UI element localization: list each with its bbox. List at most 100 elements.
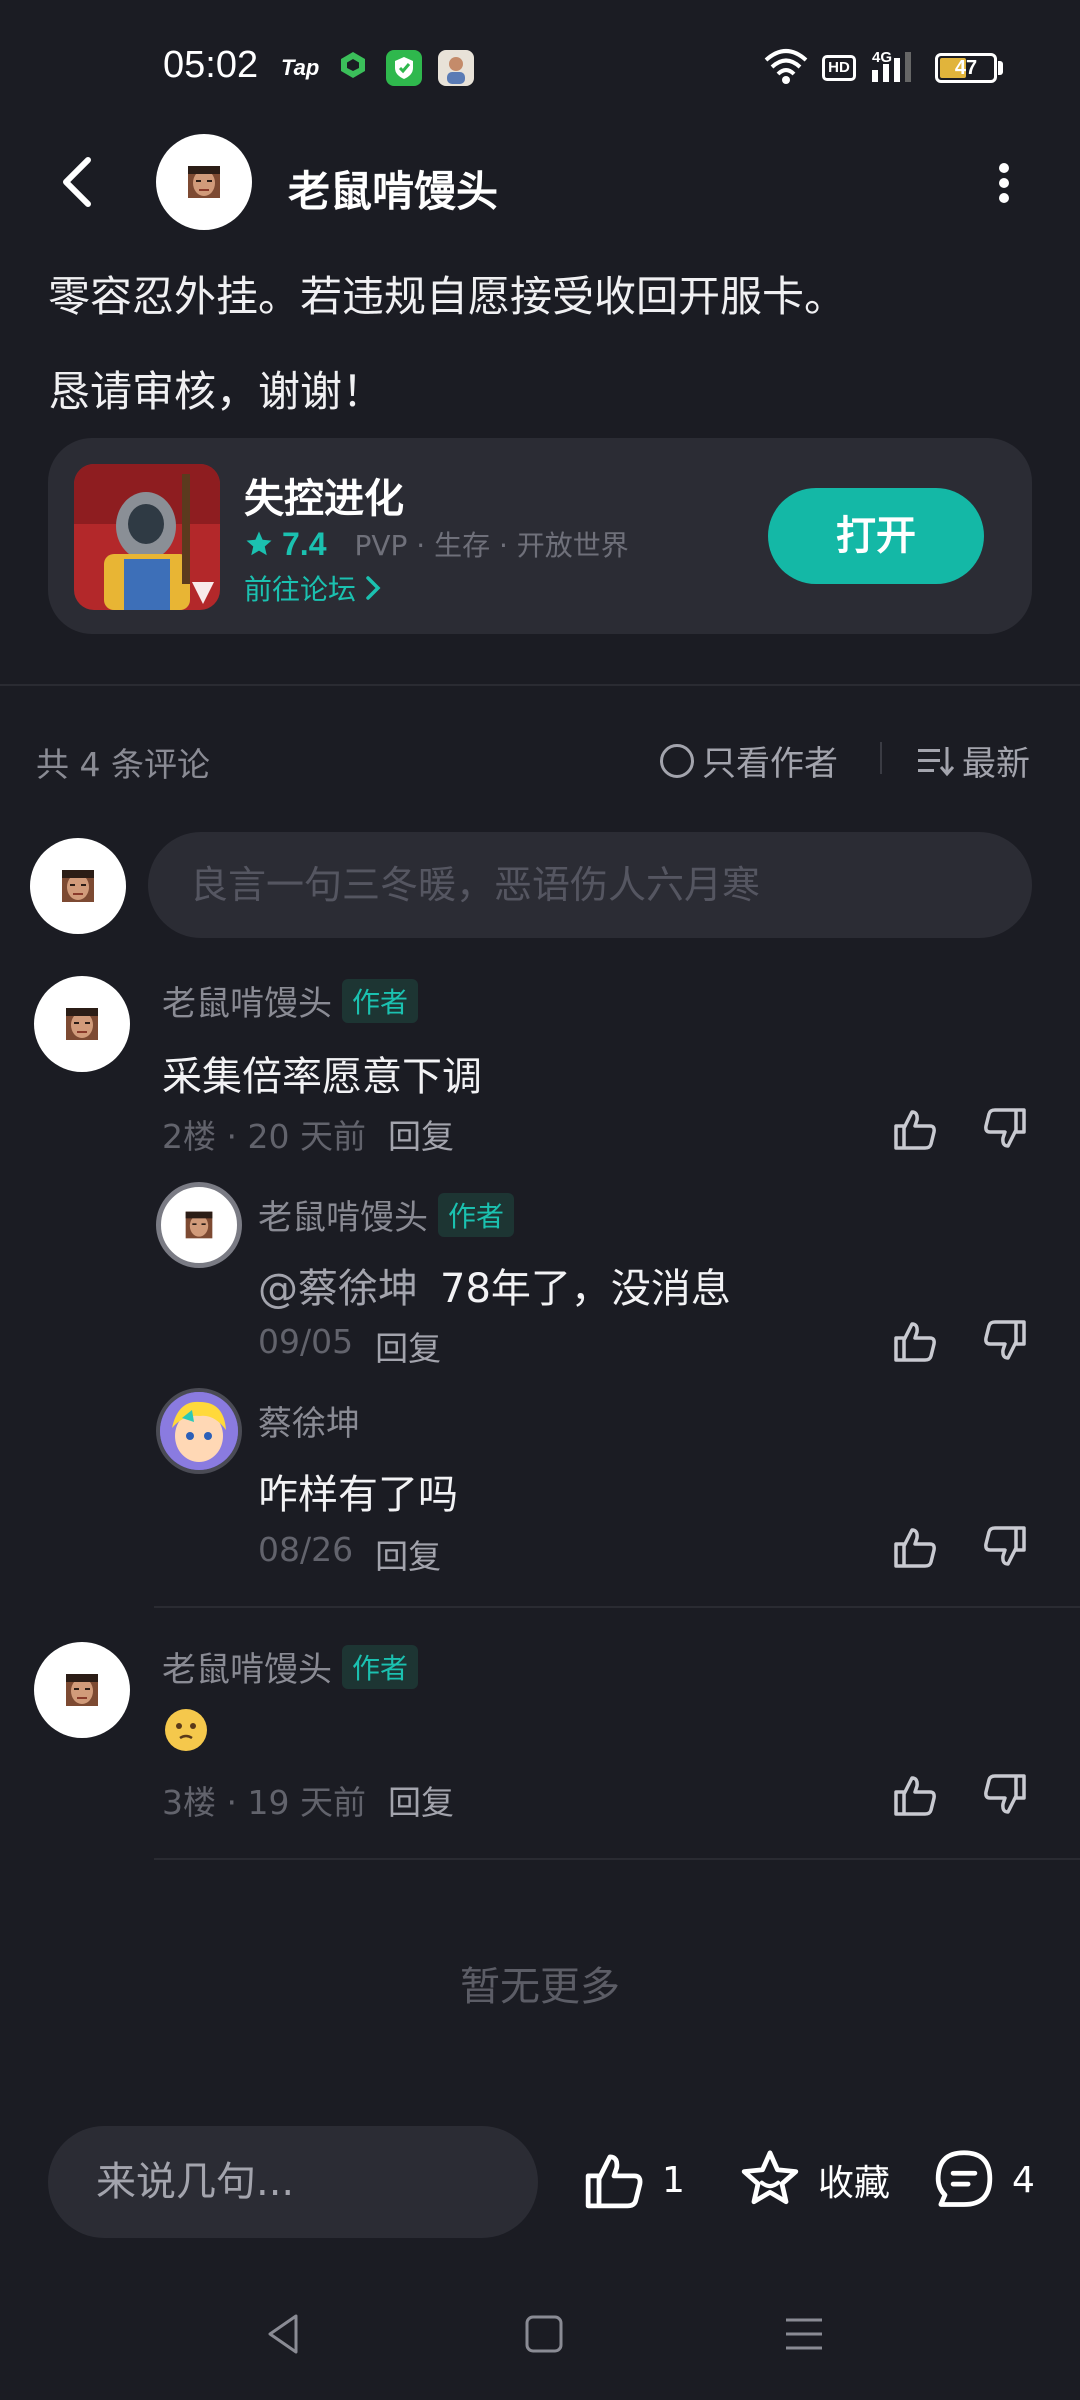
avatar-face-icon	[62, 870, 94, 902]
hd-icon: HD	[822, 55, 856, 81]
author-badge: 作者	[438, 1192, 515, 1237]
favorite-label: 收藏	[818, 2163, 891, 2204]
my-avatar[interactable]	[30, 838, 126, 934]
reply-text: 78年了，没消息	[440, 1266, 731, 1312]
avatar-face-icon	[188, 166, 220, 198]
comment-meta: 2楼 · 20 天前	[162, 1117, 366, 1156]
thumb-down-icon[interactable]	[980, 1104, 1030, 1154]
svg-text:4G: 4G	[872, 49, 892, 66]
game-rating: 7.4	[282, 525, 327, 562]
tap-app-icon: Tap	[281, 55, 320, 80]
author-badge: 作者	[342, 1644, 419, 1689]
post-text-line: 零容忍外挂。若违规自愿接受收回开服卡。	[48, 272, 847, 321]
like-count: 1	[662, 2159, 685, 2201]
comment-name-row: 老鼠啃馒头 作者	[162, 976, 419, 1025]
radio-circle-icon	[660, 743, 694, 778]
reply-button[interactable]: 回复	[375, 1530, 441, 1578]
thumb-up-icon[interactable]	[890, 1770, 940, 1820]
thumb-up-icon[interactable]	[890, 1522, 940, 1572]
thumb-down-icon[interactable]	[980, 1316, 1030, 1366]
thumb-up-icon[interactable]	[890, 1104, 940, 1154]
comment-divider	[154, 1606, 1080, 1608]
reply-meta-row: 09/05 回复	[258, 1322, 441, 1370]
author-only-toggle[interactable]: 只看作者	[660, 736, 838, 785]
reply-meta: 09/05	[258, 1322, 354, 1361]
mention-link[interactable]: @蔡徐坤	[258, 1256, 418, 1314]
avatar-app-icon	[438, 50, 474, 86]
commenter-avatar[interactable]	[34, 1642, 130, 1738]
reply-text: 咋样有了吗	[258, 1472, 458, 1518]
reply-button[interactable]: 回复	[388, 1110, 454, 1158]
battery-text: 47	[954, 57, 978, 79]
avatar-face-icon	[185, 1211, 213, 1239]
section-divider	[0, 684, 1080, 686]
game-rating-row: 7.4 PVP · 生存 · 开放世界	[244, 524, 629, 564]
author-avatar[interactable]	[156, 134, 252, 230]
comment-count-badge: 4	[1012, 2159, 1035, 2201]
reply-button[interactable]: 回复	[375, 1322, 441, 1370]
comment-count: 共 4 条评论	[36, 745, 210, 784]
avatar-face-icon	[66, 1674, 98, 1706]
game-tags: PVP · 生存 · 开放世界	[354, 529, 629, 562]
comment-input[interactable]	[148, 832, 1032, 938]
forum-link-label: 前往论坛	[244, 573, 357, 606]
like-button[interactable]: 1	[580, 2146, 685, 2214]
favorite-button[interactable]: 收藏	[736, 2146, 890, 2214]
comment-meta-row: 3楼 · 19 天前 回复	[162, 1776, 454, 1824]
reply-avatar[interactable]	[156, 1388, 242, 1474]
game-icon	[74, 464, 220, 610]
nav-home-icon[interactable]	[524, 2314, 564, 2354]
reply-name[interactable]: 老鼠啃馒头	[258, 1190, 428, 1239]
thumb-up-icon	[585, 2154, 643, 2209]
nav-menu-icon[interactable]	[784, 2314, 824, 2354]
shield-app-icon	[341, 52, 365, 78]
thumb-down-icon[interactable]	[980, 1770, 1030, 1820]
reply-name-row: 老鼠啃馒头 作者	[258, 1190, 515, 1239]
battery-tip	[998, 61, 1003, 75]
battery-icon: 47	[935, 53, 997, 83]
author-name[interactable]: 老鼠啃馒头	[288, 158, 498, 219]
sort-label: 最新	[962, 744, 1030, 784]
reply-meta: 08/26	[258, 1530, 354, 1569]
commenter-name[interactable]: 老鼠啃馒头	[162, 976, 332, 1025]
anime-avatar-icon	[160, 1392, 238, 1470]
star-icon	[741, 2150, 799, 2205]
commenter-name[interactable]: 老鼠啃馒头	[162, 1642, 332, 1691]
reply-meta-row: 08/26 回复	[258, 1530, 441, 1578]
back-icon[interactable]	[56, 152, 100, 212]
bottom-comment-input[interactable]	[48, 2126, 538, 2238]
game-card[interactable]: 失控进化 7.4 PVP · 生存 · 开放世界 前往论坛 打开	[48, 438, 1032, 634]
author-badge: 作者	[342, 978, 419, 1023]
wifi-icon	[764, 49, 808, 84]
reply-name[interactable]: 蔡徐坤	[258, 1396, 360, 1445]
reply-button[interactable]: 回复	[388, 1776, 454, 1824]
comment-divider	[154, 1858, 1080, 1860]
vertical-divider	[880, 742, 882, 774]
sort-icon	[918, 746, 954, 776]
open-game-button[interactable]: 打开	[768, 488, 984, 584]
game-name: 失控进化	[244, 476, 404, 522]
reply-avatar[interactable]	[156, 1182, 242, 1268]
security-app-icon	[386, 50, 422, 86]
more-icon[interactable]	[992, 160, 1016, 206]
comment-meta: 3楼 · 19 天前	[162, 1783, 366, 1822]
reply-text-row: @蔡徐坤 78年了，没消息	[258, 1256, 731, 1314]
forum-link[interactable]: 前往论坛	[244, 568, 382, 608]
post-text-line: 恳请审核，谢谢！	[48, 367, 385, 416]
chevron-right-icon	[366, 576, 381, 600]
chat-icon	[935, 2150, 993, 2207]
sort-button[interactable]: 最新	[916, 736, 1030, 785]
no-more-text: 暂无更多	[460, 1964, 620, 2010]
commenter-avatar[interactable]	[34, 976, 130, 1072]
comment-name-row: 老鼠啃馒头 作者	[162, 1642, 419, 1691]
rating-star-icon	[246, 531, 272, 556]
comments-button[interactable]: 4	[930, 2146, 1035, 2214]
nav-back-icon[interactable]	[264, 2312, 304, 2356]
comment-meta-row: 2楼 · 20 天前 回复	[162, 1110, 454, 1158]
comment-text: 采集倍率愿意下调	[162, 1054, 482, 1100]
thumb-down-icon[interactable]	[980, 1522, 1030, 1572]
status-bar: 05:02 Tap HD 4G 47	[0, 0, 1080, 130]
avatar-face-icon	[66, 1008, 98, 1040]
thumb-up-icon[interactable]	[890, 1316, 940, 1366]
status-time: 05:02	[163, 44, 259, 86]
